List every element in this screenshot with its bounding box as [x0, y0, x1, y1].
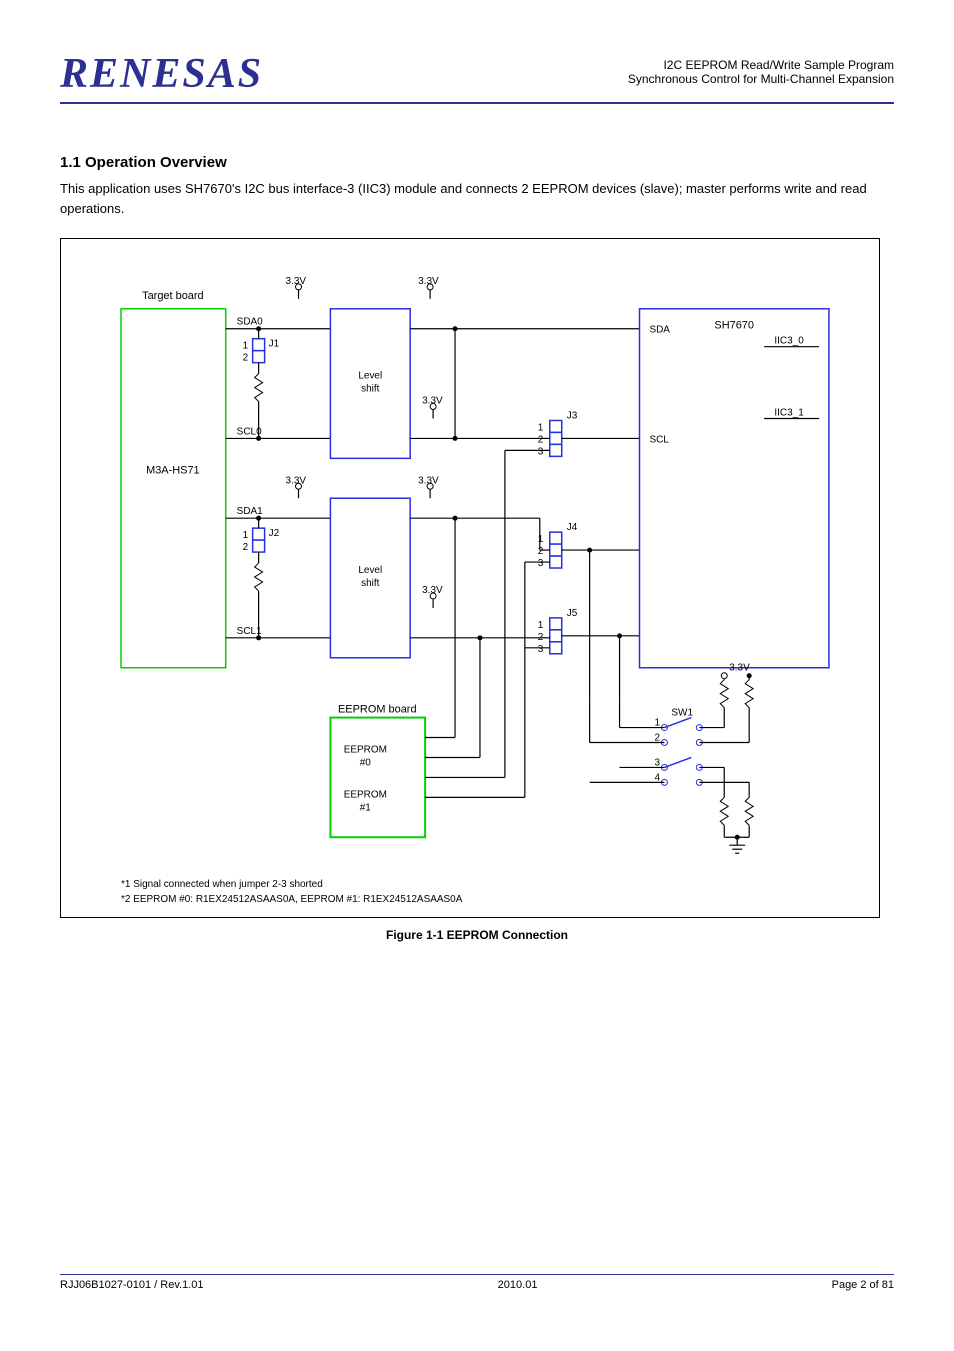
lbl-sh7670: SH7670: [714, 320, 754, 332]
lbl-j1: J1: [269, 339, 280, 350]
lbl-j5-1: 1: [538, 620, 544, 631]
lbl-iic30: IIC3_0: [774, 336, 804, 347]
lbl-scl0: SCL0: [237, 426, 262, 437]
lbl-j5-2: 2: [538, 632, 544, 643]
lbl-eeprom0b: #0: [360, 757, 372, 768]
lbl-levelshift1: Level: [358, 371, 382, 382]
lbl-33d: 3.3V: [286, 475, 307, 486]
lbl-eeprom0: EEPROM: [344, 744, 387, 755]
lbl-33c: 3.3V: [422, 396, 443, 407]
lbl-m3a: M3A-HS71: [146, 464, 200, 476]
lbl-scl: SCL: [649, 434, 669, 445]
header-line2: Synchronous Control for Multi-Channel Ex…: [628, 72, 894, 86]
lbl-levelshift1b: shift: [361, 384, 380, 395]
lbl-j3: J3: [567, 410, 578, 421]
lbl-j4-1: 1: [538, 534, 544, 545]
note2: *2 EEPROM #0: R1EX24512ASAAS0A, EEPROM #…: [121, 894, 463, 905]
lbl-sda0: SDA0: [237, 317, 263, 328]
lbl-j5: J5: [567, 608, 578, 619]
lbl-sw1: SW1: [671, 708, 693, 719]
lbl-j4-3: 3: [538, 558, 544, 569]
lbl-eeprom-board: EEPROM board: [338, 704, 417, 716]
header-line1: I2C EEPROM Read/Write Sample Program: [628, 58, 894, 72]
lbl-sda: SDA: [649, 325, 670, 336]
lbl-j3-3: 3: [538, 446, 544, 457]
figure-caption: Figure 1-1 EEPROM Connection: [60, 928, 894, 942]
lbl-s4: 4: [654, 772, 660, 783]
lbl-33b: 3.3V: [418, 276, 439, 287]
lbl-j2-2: 2: [243, 542, 249, 553]
footer: RJJ06B1027-0101 / Rev.1.01 2010.01 Page …: [60, 1274, 894, 1291]
lbl-j2-1: 1: [243, 530, 249, 541]
footer-page: Page 2 of 81: [832, 1279, 894, 1291]
lbl-33f: 3.3V: [422, 585, 443, 596]
diagram-frame: Target board M3A-HS71 Level shift: [60, 238, 880, 918]
lbl-target: Target board: [142, 290, 204, 302]
lbl-iic31: IIC3_1: [774, 407, 804, 418]
jumper-j3: [550, 420, 562, 456]
switch-sw1: [661, 718, 702, 786]
lbl-33e: 3.3V: [418, 475, 439, 486]
lbl-j1-2: 2: [243, 353, 249, 364]
lbl-sda1: SDA1: [237, 506, 263, 517]
lbl-eeprom1b: #1: [360, 802, 372, 813]
lbl-j5-3: 3: [538, 644, 544, 655]
lbl-j3-2: 2: [538, 434, 544, 445]
lbl-33a: 3.3V: [286, 276, 307, 287]
lbl-j3-1: 1: [538, 422, 544, 433]
section-paragraph: This application uses SH7670's I2C bus i…: [60, 179, 894, 218]
lbl-levelshift2b: shift: [361, 578, 380, 589]
note1: *1 Signal connected when jumper 2-3 shor…: [121, 879, 323, 890]
lbl-j4: J4: [567, 522, 578, 533]
footer-doc: RJJ06B1027-0101 / Rev.1.01: [60, 1279, 204, 1291]
lbl-j1-1: 1: [243, 341, 249, 352]
lbl-33g: 3.3V: [729, 663, 750, 674]
header-right: I2C EEPROM Read/Write Sample Program Syn…: [628, 58, 894, 86]
lbl-s3: 3: [654, 757, 660, 768]
lbl-scl1: SCL1: [237, 626, 262, 637]
jumper-j4: [550, 532, 562, 568]
footer-date: 2010.01: [498, 1279, 538, 1291]
header-rule: [60, 102, 894, 104]
jumper-j5: [550, 618, 562, 654]
diagram-svg: Target board M3A-HS71 Level shift: [61, 239, 879, 917]
section-title: 1.1 Operation Overview: [60, 154, 894, 171]
lbl-eeprom1: EEPROM: [344, 789, 387, 800]
lbl-s2: 2: [654, 733, 660, 744]
lbl-j4-2: 2: [538, 546, 544, 557]
lbl-s1: 1: [654, 718, 660, 729]
lbl-j2: J2: [269, 528, 280, 539]
footer-rule: [60, 1274, 894, 1275]
lbl-levelshift2: Level: [358, 565, 382, 576]
